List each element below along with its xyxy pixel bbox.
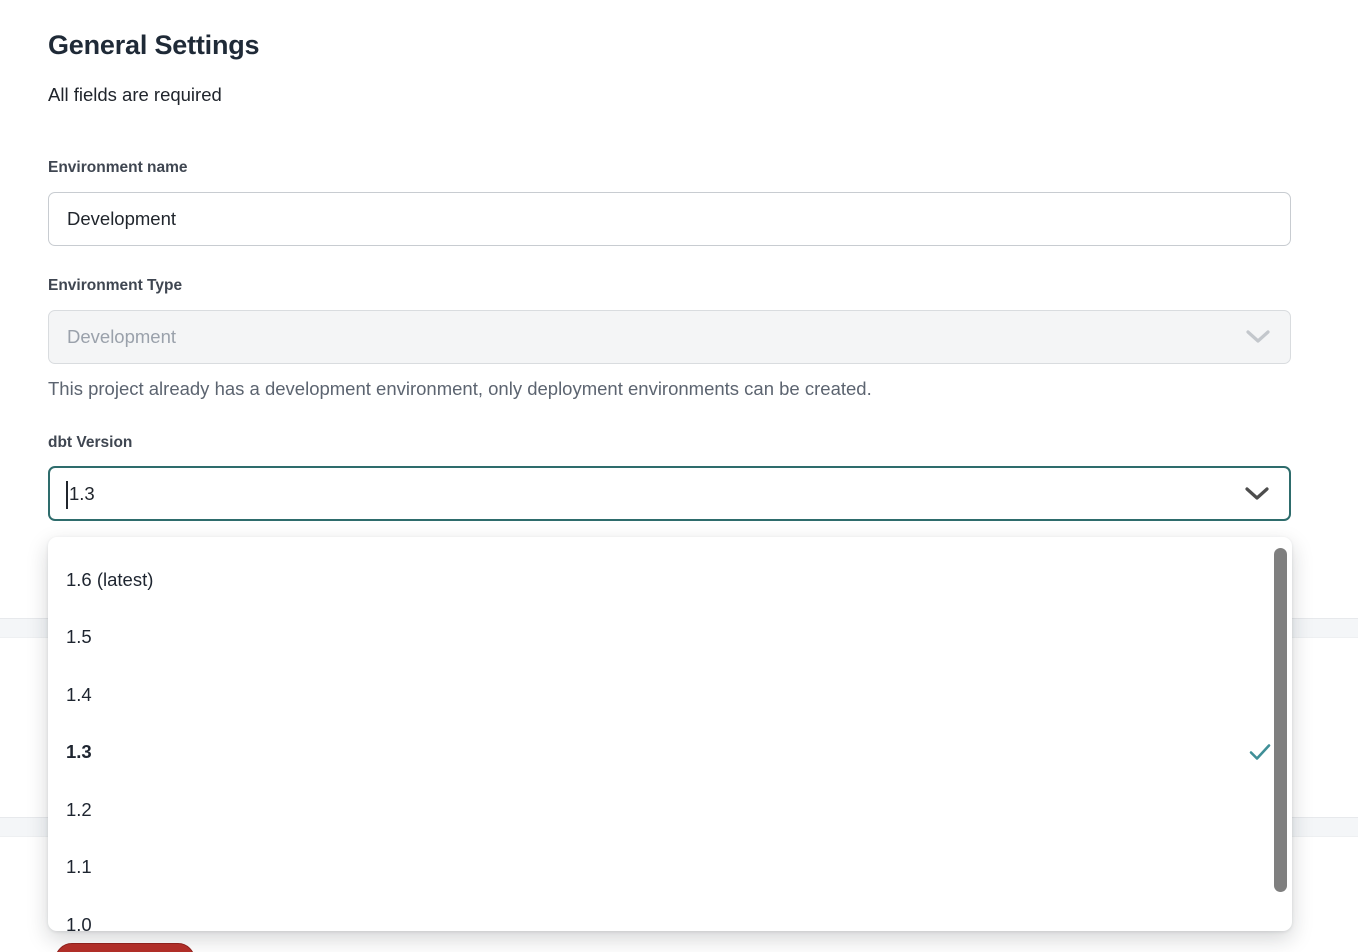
- environment-name-input[interactable]: [48, 192, 1291, 246]
- environment-type-help-text: This project already has a development e…: [48, 378, 872, 400]
- dropdown-option[interactable]: 1.0: [48, 896, 1292, 931]
- dropdown-option-label: 1.1: [66, 856, 92, 878]
- dropdown-option[interactable]: 1.5: [48, 609, 1292, 667]
- environment-type-label: Environment Type: [48, 277, 182, 295]
- page-title: General Settings: [48, 30, 259, 61]
- dropdown-option-label: 1.3: [66, 741, 92, 763]
- required-fields-note: All fields are required: [48, 84, 222, 106]
- dropdown-option-label: 1.4: [66, 684, 92, 706]
- environment-type-select: Development: [48, 310, 1291, 364]
- chevron-down-icon[interactable]: [1244, 486, 1270, 502]
- general-settings-page: General Settings All fields are required…: [0, 0, 1358, 952]
- text-cursor: [66, 481, 68, 509]
- dropdown-option-label: 1.2: [66, 799, 92, 821]
- environment-name-label: Environment name: [48, 159, 188, 177]
- dropdown-option[interactable]: 1.1: [48, 839, 1292, 897]
- dropdown-options: 1.6 (latest) 1.5 1.4 1.3 1.2 1.1 1.0: [48, 551, 1292, 931]
- dropdown-option-label: 1.6 (latest): [66, 569, 153, 591]
- dbt-version-label: dbt Version: [48, 434, 132, 452]
- dropdown-option[interactable]: 1.6 (latest): [48, 551, 1292, 609]
- dropdown-scrollbar-thumb[interactable]: [1274, 548, 1287, 892]
- check-icon: [1249, 743, 1271, 761]
- dbt-version-dropdown: 1.6 (latest) 1.5 1.4 1.3 1.2 1.1 1.0: [48, 537, 1292, 931]
- delete-button[interactable]: [55, 943, 195, 952]
- dbt-version-value: 1.3: [69, 483, 95, 505]
- dropdown-option[interactable]: 1.2: [48, 781, 1292, 839]
- dbt-version-combobox[interactable]: 1.3: [48, 466, 1291, 521]
- chevron-down-icon: [1245, 329, 1271, 345]
- dropdown-option[interactable]: 1.3: [48, 724, 1292, 782]
- dropdown-option-label: 1.0: [66, 914, 92, 931]
- dropdown-option[interactable]: 1.4: [48, 666, 1292, 724]
- environment-type-value: Development: [67, 326, 176, 348]
- dropdown-option-label: 1.5: [66, 626, 92, 648]
